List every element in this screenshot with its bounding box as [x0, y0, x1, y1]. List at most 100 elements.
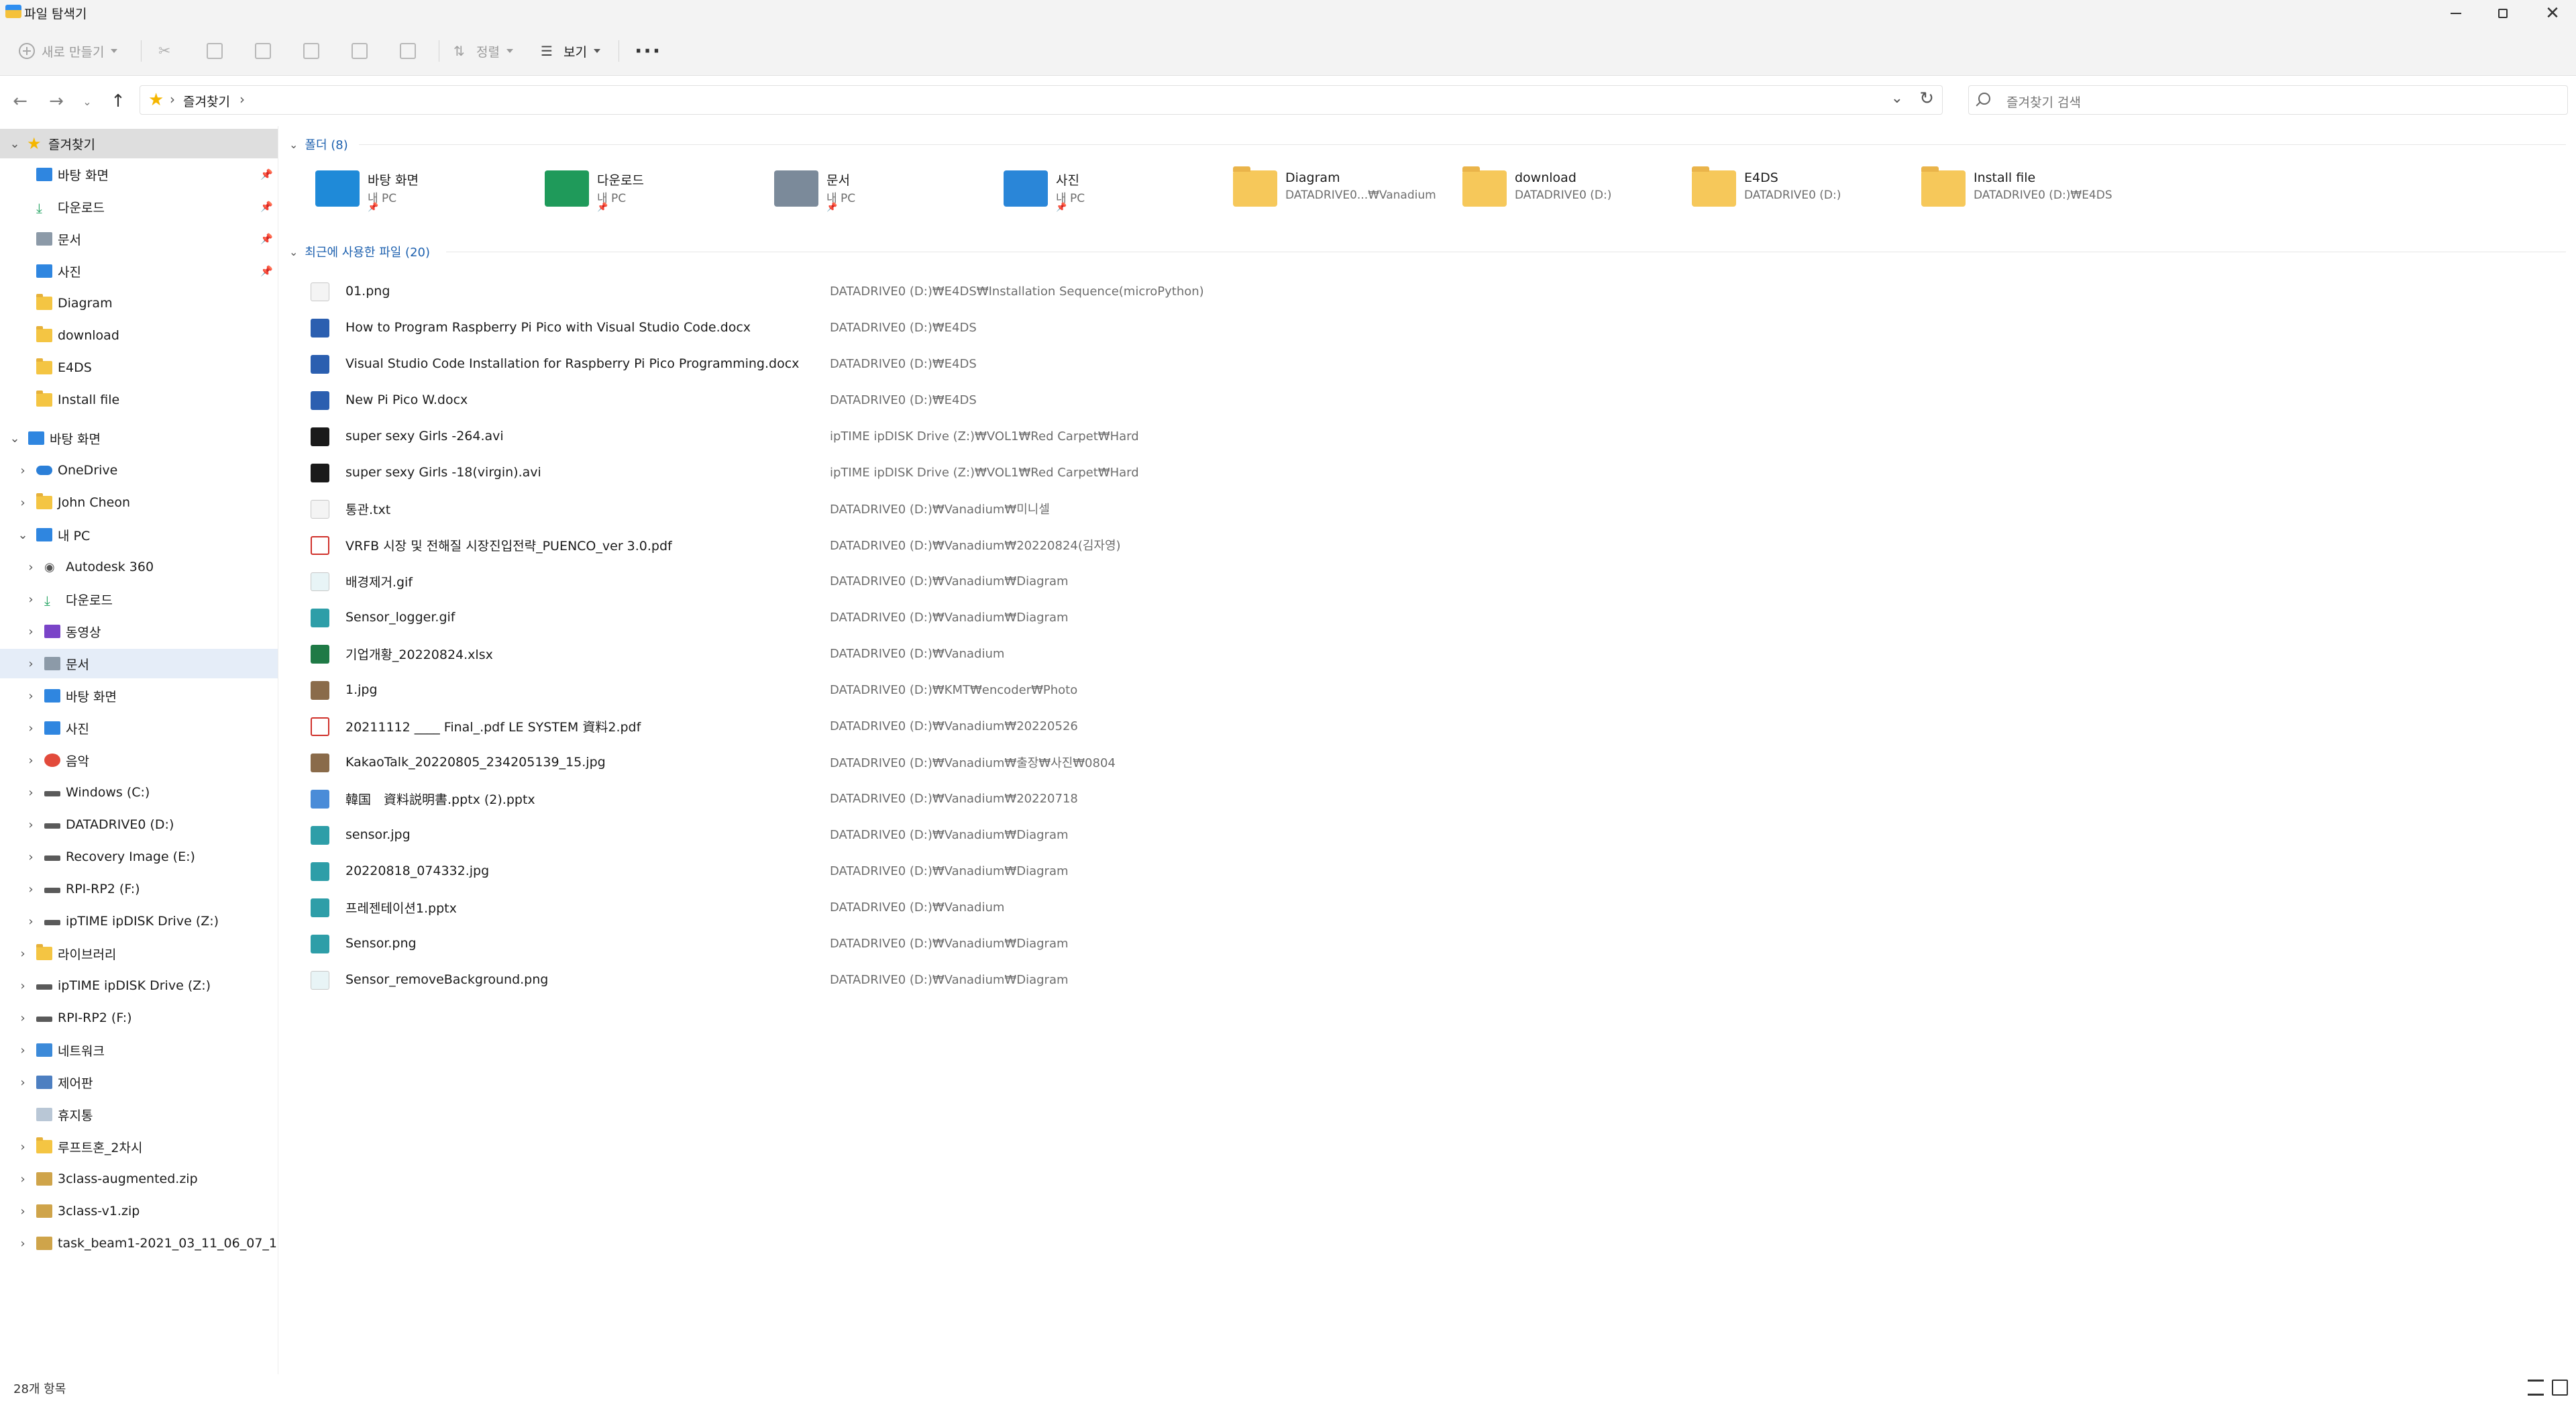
chevron-right-icon[interactable]: ›	[25, 818, 36, 832]
sidebar-item-control-panel[interactable]: › 제어판	[0, 1068, 278, 1097]
sidebar-item-download-folder[interactable]: download	[0, 321, 278, 350]
view-button[interactable]: ☰ 보기	[541, 27, 600, 75]
sort-button[interactable]: ⇅ 정렬	[453, 27, 513, 75]
chevron-down-icon[interactable]: ⌄	[17, 528, 28, 542]
chevron-right-icon[interactable]: ›	[17, 1043, 28, 1057]
recent-file-row[interactable]: 韓国 資料説明書.pptx (2).pptx DATADRIVE0 (D:)₩V…	[311, 780, 1652, 817]
search-input[interactable]: 즐겨찾기 검색	[2006, 93, 2081, 111]
chevron-right-icon[interactable]: ›	[17, 979, 28, 993]
sidebar-item-e4ds[interactable]: E4DS	[0, 353, 278, 382]
chevron-right-icon[interactable]: ›	[25, 592, 36, 607]
details-view-button[interactable]	[2528, 1380, 2544, 1396]
maximize-button[interactable]	[2479, 0, 2526, 27]
sidebar-item-lufthorn[interactable]: › 루프트혼_2차시	[0, 1132, 278, 1161]
back-button[interactable]: ←	[7, 88, 34, 115]
sidebar-item-install-file[interactable]: Install file	[0, 385, 278, 415]
recent-file-row[interactable]: VRFB 시장 및 전해질 시장진입전략_PUENCO_ver 3.0.pdf …	[311, 527, 1652, 563]
chevron-right-icon[interactable]: ›	[25, 850, 36, 864]
sidebar-item-this-pc[interactable]: ⌄ 내 PC	[0, 520, 278, 550]
sidebar-item-task-beam[interactable]: › task_beam1-2021_03_11_06_07_16-pasc	[0, 1229, 278, 1258]
recent-file-row[interactable]: 20220818_074332.jpg DATADRIVE0 (D:)₩Vana…	[311, 853, 1652, 889]
sidebar-item-3class-v1[interactable]: › 3class-v1.zip	[0, 1196, 278, 1226]
copy-button[interactable]	[207, 27, 229, 75]
recent-file-row[interactable]: 프레젠테이션1.pptx DATADRIVE0 (D:)₩Vanadium	[311, 889, 1652, 925]
recent-file-row[interactable]: Sensor.png DATADRIVE0 (D:)₩Vanadium₩Diag…	[311, 925, 1652, 962]
sidebar-item-rpi-f[interactable]: › RPI-RP2 (F:)	[0, 1003, 278, 1033]
sidebar-item-quick-access[interactable]: ⌄ ★ 즐겨찾기	[0, 129, 278, 158]
sidebar-item-music[interactable]: › 음악	[0, 745, 278, 775]
sidebar-item-libraries[interactable]: › 라이브러리	[0, 939, 278, 968]
sidebar-item-downloads[interactable]: ⤓ 다운로드 📌	[0, 192, 278, 221]
sidebar-item-pc-downloads[interactable]: › ⤓ 다운로드	[0, 584, 278, 614]
sidebar-item-drive-e[interactable]: › Recovery Image (E:)	[0, 842, 278, 872]
chevron-right-icon[interactable]: ›	[17, 1011, 28, 1025]
chevron-down-icon[interactable]: ⌄	[9, 137, 20, 151]
chevron-right-icon[interactable]: ›	[17, 1237, 28, 1251]
recent-file-row[interactable]: 01.png DATADRIVE0 (D:)₩E4DS₩Installation…	[311, 273, 1652, 309]
sidebar-item-pc-pictures[interactable]: › 사진	[0, 713, 278, 743]
sidebar-item-drive-f[interactable]: › RPI-RP2 (F:)	[0, 874, 278, 904]
sidebar-item-pictures[interactable]: 사진 📌	[0, 256, 278, 286]
chevron-down-icon[interactable]: ⌄	[9, 431, 20, 446]
recent-file-row[interactable]: 배경제거.gif DATADRIVE0 (D:)₩Vanadium₩Diagra…	[311, 563, 1652, 599]
recent-file-row[interactable]: KakaoTalk_20220805_234205139_15.jpg DATA…	[311, 744, 1652, 780]
sidebar-item-recycle-bin[interactable]: 휴지통	[0, 1100, 278, 1129]
share-button[interactable]	[352, 27, 374, 75]
sidebar-item-pc-desktop[interactable]: › 바탕 화면	[0, 681, 278, 711]
recent-files-section-header[interactable]: ⌄ 최근에 사용한 파일 (20)	[289, 240, 430, 263]
new-button[interactable]: 새로 만들기	[19, 27, 118, 75]
chevron-right-icon[interactable]: ›	[25, 915, 36, 929]
tiles-view-button[interactable]	[2552, 1380, 2568, 1396]
chevron-right-icon[interactable]: ›	[25, 560, 36, 574]
sidebar-item-autodesk-360[interactable]: › ◉ Autodesk 360	[0, 552, 278, 582]
sidebar-item-ipdisk-z[interactable]: › ipTIME ipDISK Drive (Z:)	[0, 971, 278, 1000]
chevron-right-icon[interactable]: ›	[25, 882, 36, 896]
chevron-right-icon[interactable]: ›	[17, 1140, 28, 1154]
chevron-right-icon[interactable]: ›	[17, 1204, 28, 1218]
recent-locations-button[interactable]: ⌄	[74, 88, 101, 115]
sidebar-item-network[interactable]: › 네트워크	[0, 1035, 278, 1065]
recent-file-row[interactable]: super sexy Girls -18(virgin).avi ipTIME …	[311, 454, 1652, 490]
recent-file-row[interactable]: 20211112 ____ Final_.pdf LE SYSTEM 資料2.p…	[311, 708, 1652, 744]
more-options-button[interactable]: ···	[635, 27, 661, 75]
sidebar-item-pc-documents[interactable]: › 문서	[0, 649, 278, 678]
recent-file-row[interactable]: 1.jpg DATADRIVE0 (D:)₩KMT₩encoder₩Photo	[311, 672, 1652, 708]
folder-tile-e4ds[interactable]: E4DS DATADRIVE0 (D:)	[1692, 164, 1920, 217]
paste-button[interactable]	[255, 27, 278, 75]
recent-file-row[interactable]: Sensor_removeBackground.png DATADRIVE0 (…	[311, 962, 1652, 998]
chevron-right-icon[interactable]: ›	[25, 786, 36, 800]
folder-tile-pictures[interactable]: 사진 내 PC 📌	[1004, 164, 1232, 217]
sidebar-item-videos[interactable]: › 동영상	[0, 617, 278, 646]
folder-tile-documents[interactable]: 문서 내 PC 📌	[774, 164, 1002, 217]
chevron-right-icon[interactable]: ›	[17, 947, 28, 961]
recent-file-row[interactable]: Visual Studio Code Installation for Rasp…	[311, 346, 1652, 382]
recent-file-row[interactable]: How to Program Raspberry Pi Pico with Vi…	[311, 309, 1652, 346]
recent-file-row[interactable]: super sexy Girls -264.avi ipTIME ipDISK …	[311, 418, 1652, 454]
chevron-right-icon[interactable]: ›	[25, 754, 36, 768]
recent-file-row[interactable]: New Pi Pico W.docx DATADRIVE0 (D:)₩E4DS	[311, 382, 1652, 418]
recent-file-row[interactable]: 통관.txt DATADRIVE0 (D:)₩Vanadium₩미니셀	[311, 490, 1652, 527]
minimize-button[interactable]	[2432, 0, 2479, 27]
chevron-right-icon[interactable]: ›	[17, 464, 28, 478]
folder-tile-downloads[interactable]: 다운로드 내 PC 📌	[545, 164, 773, 217]
forward-button[interactable]: →	[43, 88, 70, 115]
sidebar-item-desktop[interactable]: 바탕 화면 📌	[0, 160, 278, 189]
chevron-right-icon[interactable]: ›	[17, 496, 28, 510]
search-box[interactable]: 즐겨찾기 검색	[1968, 85, 2568, 115]
up-button[interactable]: ↑	[105, 88, 131, 115]
breadcrumb[interactable]: 즐겨찾기	[183, 92, 230, 110]
refresh-button[interactable]: ↻	[1919, 89, 1934, 109]
chevron-right-icon[interactable]: ›	[25, 689, 36, 703]
sidebar-item-desktop-root[interactable]: ⌄ 바탕 화면	[0, 423, 278, 453]
folders-section-header[interactable]: ⌄ 폴더 (8)	[289, 133, 348, 156]
folder-tile-desktop[interactable]: 바탕 화면 내 PC 📌	[315, 164, 543, 217]
sidebar-item-3class-augmented[interactable]: › 3class-augmented.zip	[0, 1164, 278, 1194]
sidebar-item-documents[interactable]: 문서 📌	[0, 224, 278, 254]
rename-button[interactable]	[303, 27, 326, 75]
sidebar-item-drive-z[interactable]: › ipTIME ipDISK Drive (Z:)	[0, 906, 278, 936]
chevron-right-icon[interactable]: ›	[25, 625, 36, 639]
recent-file-row[interactable]: 기업개황_20220824.xlsx DATADRIVE0 (D:)₩Vanad…	[311, 635, 1652, 672]
delete-button[interactable]	[400, 27, 423, 75]
sidebar-item-john-cheon[interactable]: › John Cheon	[0, 488, 278, 517]
address-dropdown-button[interactable]: ⌄	[1891, 90, 1903, 107]
